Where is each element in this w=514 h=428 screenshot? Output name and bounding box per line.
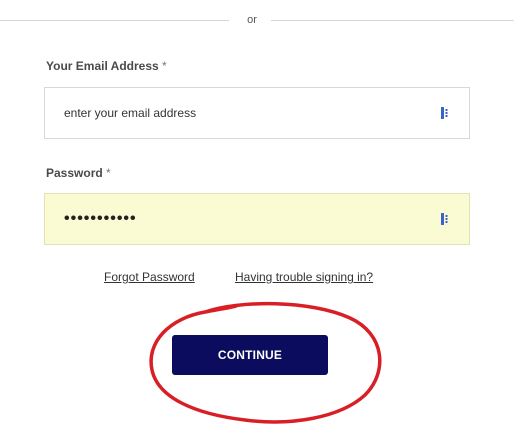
email-label-text: Your Email Address xyxy=(46,59,159,73)
password-field[interactable]: ••••••••••• xyxy=(44,193,470,245)
password-input[interactable]: ••••••••••• xyxy=(64,194,424,244)
sign-in-form: or Your Email Address * enter your email… xyxy=(0,0,514,428)
or-divider: or xyxy=(0,12,514,30)
email-field[interactable]: enter your email address xyxy=(44,87,470,139)
password-required-mark: * xyxy=(106,166,111,180)
password-manager-icon[interactable] xyxy=(441,107,449,119)
or-text: or xyxy=(247,14,257,26)
email-input[interactable]: enter your email address xyxy=(64,88,424,138)
help-links: Forgot Password Having trouble signing i… xyxy=(0,270,514,286)
divider-line-left xyxy=(0,20,229,21)
password-label-text: Password xyxy=(46,166,103,180)
trouble-signing-in-link[interactable]: Having trouble signing in? xyxy=(235,270,373,284)
continue-button[interactable]: CONTINUE xyxy=(172,335,328,375)
forgot-password-link[interactable]: Forgot Password xyxy=(104,270,195,284)
email-label: Your Email Address * xyxy=(46,59,167,73)
divider-line-right xyxy=(271,20,514,21)
email-required-mark: * xyxy=(162,59,167,73)
password-label: Password * xyxy=(46,166,111,180)
password-manager-icon[interactable] xyxy=(441,213,449,225)
